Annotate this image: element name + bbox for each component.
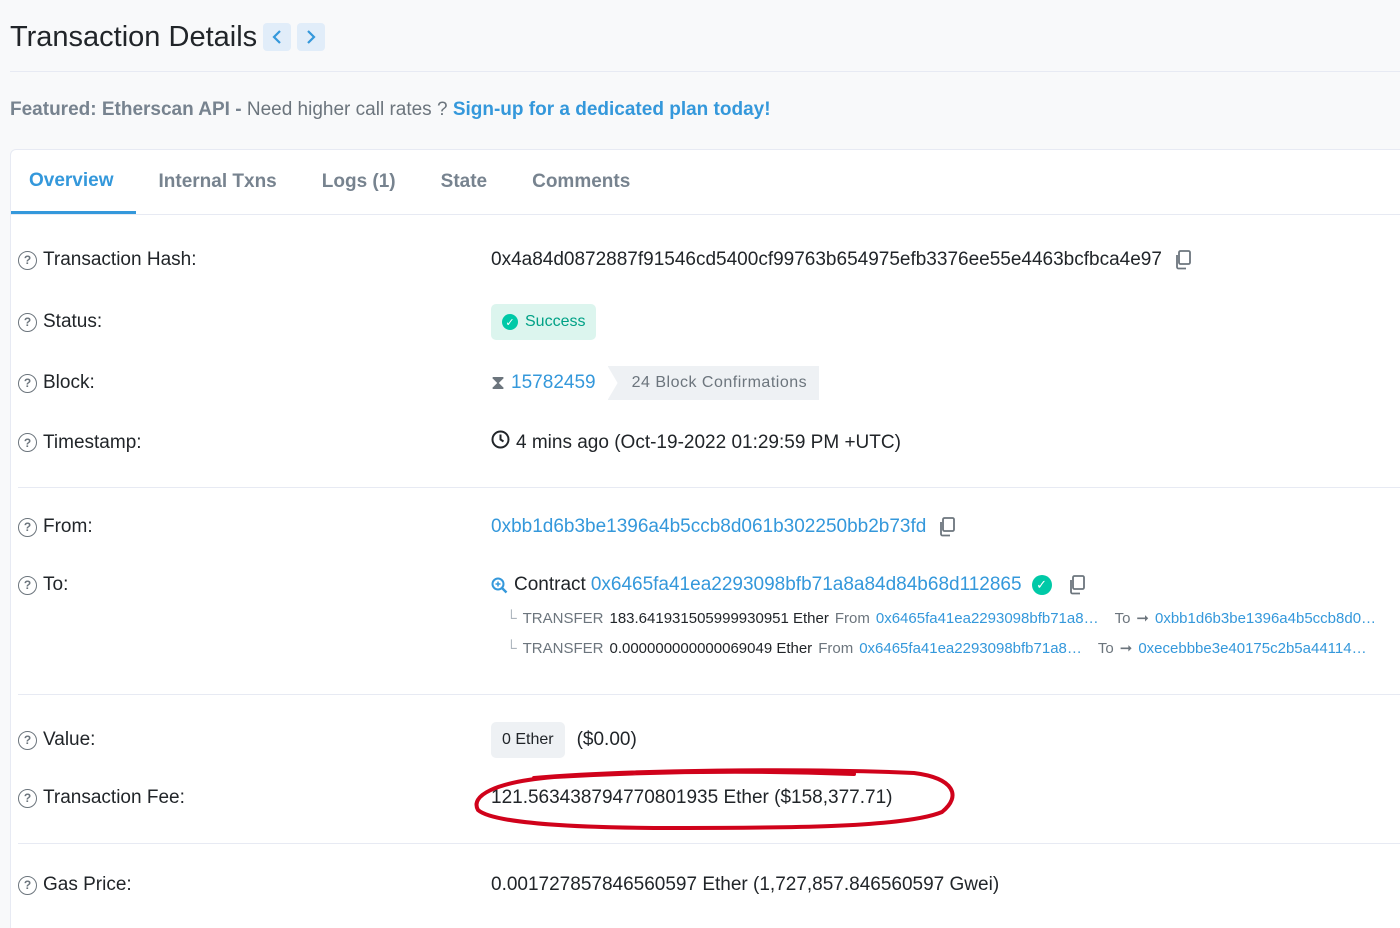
chevron-left-icon [272,30,281,44]
check-circle-icon: ✓ [502,314,518,330]
tab-overview[interactable]: Overview [11,150,136,214]
gas-value: 0.001727857846560597 Ether (1,727,857.84… [491,874,1000,895]
from-label: From: [43,516,93,537]
transfer-type: TRANSFER [522,639,604,657]
block-number-link[interactable]: 15782459 [511,372,596,394]
transfer-from-label: From [834,609,870,627]
status-label: Status: [43,311,103,332]
gas-label: Gas Price: [43,874,132,895]
fee-value: 121.563438794770801935 Ether ($158,377.7… [491,787,893,808]
section-divider [18,694,1400,695]
help-icon[interactable]: ? [18,730,37,750]
transfer-to-label: To [1097,639,1114,657]
contract-search-icon [491,577,508,594]
transfer-amount: 183.641931505999930951 Ether [609,609,829,627]
help-icon[interactable]: ? [18,433,37,452]
hourglass-icon: ⧗ [491,371,506,394]
featured-text: Need higher call rates ? [241,99,453,120]
status-row: ? Status: ✓ Success [18,304,597,340]
tab-logs[interactable]: Logs (1) [300,150,418,214]
value-label: Value: [43,729,96,750]
to-address-link[interactable]: 0x6465fa41ea2293098bfb71a8a84d84b68d1128… [591,574,1022,596]
prev-transaction-button[interactable] [263,23,292,51]
section-divider [18,843,1400,844]
block-row: ? Block: ⧗ 15782459 24 Block Confirmation… [18,366,820,400]
copy-icon[interactable] [1068,575,1086,595]
timestamp-value: 4 mins ago (Oct-19-2022 01:29:59 PM +UTC… [516,431,901,453]
timestamp-row: ? Timestamp: 4 mins ago (Oct-19-2022 01:2… [18,430,901,455]
help-icon[interactable]: ? [18,517,37,537]
branch-icon: └ [506,609,517,627]
transfer-from-link[interactable]: 0x6465fa41ea2293098bfb71a8… [876,610,1099,627]
value-ether-badge: 0 Ether [491,722,565,758]
transfer-from-link[interactable]: 0x6465fa41ea2293098bfb71a8… [859,640,1082,657]
help-icon[interactable]: ? [18,312,37,332]
timestamp-label: Timestamp: [43,431,142,453]
tab-comments[interactable]: Comments [510,150,652,214]
to-label: To: [43,574,69,595]
value-usd: ($0.00) [576,729,637,750]
gas-row: ? Gas Price: 0.001727857846560597 Ether (… [18,874,999,896]
hash-row: ? Transaction Hash: 0x4a84d0872887f91546c… [18,249,1192,271]
hash-label: Transaction Hash: [43,249,197,270]
value-row: ? Value: 0 Ether ($0.00) [18,722,637,758]
status-value: Success [525,313,586,330]
featured-signup-link[interactable]: Sign-up for a dedicated plan today! [453,99,771,120]
transfer-type: TRANSFER [522,609,604,627]
header-divider [10,71,1400,72]
token-transfer-row: └ TRANSFER 0.000000000000069049 Ether Fr… [506,639,1367,658]
contract-prefix: Contract [514,574,586,595]
page-header: Transaction Details [10,14,326,60]
tab-bar: Overview Internal Txns Logs (1) State Co… [11,150,1400,215]
fee-row: ? Transaction Fee: 121.563438794770801935… [18,787,892,809]
transfer-from-label: From [818,639,854,657]
verified-check-icon: ✓ [1031,575,1052,595]
transfer-to-label: To [1114,609,1131,627]
from-row: ? From: 0xbb1d6b3be1396a4b5ccb8d061b30225… [18,516,956,538]
arrow-right-icon: ➞ [1136,610,1149,627]
next-transaction-button[interactable] [297,23,326,51]
token-transfer-row: └ TRANSFER 183.641931505999930951 Ether … [506,609,1376,628]
branch-icon: └ [506,639,517,657]
help-icon[interactable]: ? [18,250,37,270]
clock-icon [491,430,510,455]
featured-banner: Featured: Etherscan API - Need higher ca… [10,99,771,121]
to-row: ? To: Contract 0x6465fa41ea2293098bfb71a8… [18,574,1086,596]
transfer-to-link[interactable]: 0xbb1d6b3be1396a4b5ccb8d0… [1155,610,1376,627]
copy-icon[interactable] [938,517,956,537]
tab-state[interactable]: State [419,150,509,214]
from-address-link[interactable]: 0xbb1d6b3be1396a4b5ccb8d061b302250bb2b73… [491,516,926,538]
hash-value: 0x4a84d0872887f91546cd5400cf99763b654975… [491,249,1162,270]
help-icon[interactable]: ? [18,373,37,393]
chevron-right-icon [307,30,316,44]
arrow-right-icon: ➞ [1119,640,1133,657]
block-label: Block: [43,372,95,393]
status-badge: ✓ Success [491,304,597,340]
page-title: Transaction Details [10,20,258,53]
fee-label: Transaction Fee: [43,787,185,808]
help-icon[interactable]: ? [18,788,37,808]
transfer-amount: 0.000000000000069049 Ether [609,639,813,657]
featured-label: Featured: Etherscan API - [10,99,242,120]
copy-icon[interactable] [1174,250,1192,270]
help-icon[interactable]: ? [18,575,37,595]
tab-internal-txns[interactable]: Internal Txns [137,150,299,214]
confirmations-badge: 24 Block Confirmations [607,366,820,400]
transfer-to-link[interactable]: 0xecebbbe3e40175c2b5a44114… [1138,640,1366,657]
section-divider [18,487,1400,488]
help-icon[interactable]: ? [18,875,37,895]
